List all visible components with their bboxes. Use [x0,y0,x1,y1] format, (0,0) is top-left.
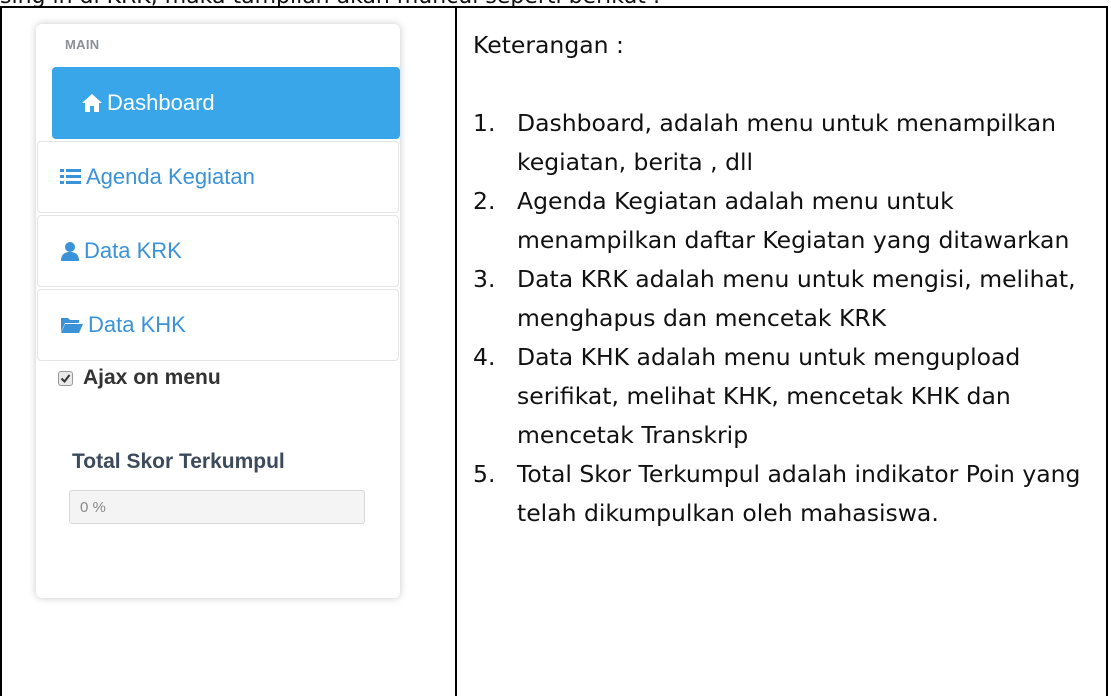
sidebar-item-label: Data KHK [88,312,186,337]
ajax-menu-toggle[interactable]: Ajax on menu [58,366,221,390]
list-item-number: 4. [473,343,496,371]
score-value: 0 % [80,499,106,516]
sidebar-item-data-khk[interactable]: Data KHK [37,289,399,361]
list-item-number: 2. [473,187,496,215]
list-icon [60,168,82,186]
list-item: 2. Agenda Kegiatan adalah menu untuk men… [473,182,1103,260]
sidebar-item-dashboard[interactable]: Dashboard [52,67,400,139]
sidebar-item-label: Dashboard [107,90,215,115]
list-item: 4. Data KHK adalah menu untuk mengupload… [473,338,1103,455]
sidebar-item-label: Agenda Kegiatan [86,164,255,189]
sidebar-item-data-krk[interactable]: Data KRK [37,215,399,287]
sidebar-item-agenda-kegiatan[interactable]: Agenda Kegiatan [37,141,399,213]
column-divider [455,6,457,696]
check-icon [60,373,71,383]
home-icon [81,93,103,113]
user-icon [60,241,80,261]
list-item-text: Data KRK adalah menu untuk mengisi, meli… [517,265,1076,332]
description-title: Keterangan : [473,31,624,59]
score-title: Total Skor Terkumpul [72,450,285,473]
list-item: 5. Total Skor Terkumpul adalah indikator… [473,455,1103,533]
description-panel: Keterangan : 1. Dashboard, adalah menu u… [473,26,1103,533]
list-item-text: Agenda Kegiatan adalah menu untuk menamp… [517,187,1070,254]
ajax-checkbox[interactable] [58,370,73,386]
sidebar-item-label: Data KRK [84,238,182,263]
sidebar-heading: MAIN [65,37,100,52]
list-item: 3. Data KRK adalah menu untuk mengisi, m… [473,260,1103,338]
list-item-text: Data KHK adalah menu untuk mengupload se… [517,343,1021,449]
ajax-label: Ajax on menu [83,366,221,389]
list-item: 1. Dashboard, adalah menu untuk menampil… [473,104,1103,182]
list-item-text: Dashboard, adalah menu untuk menampilkan… [517,109,1057,176]
folder-open-icon [60,316,84,334]
list-item-text: Total Skor Terkumpul adalah indikator Po… [517,460,1081,527]
list-item-number: 1. [473,109,496,137]
list-item-number: 3. [473,265,496,293]
score-progress-bar: 0 % [69,490,365,524]
list-item-number: 5. [473,460,496,488]
